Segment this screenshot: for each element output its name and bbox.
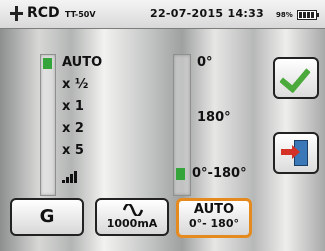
angle-selection-marker: [176, 168, 185, 180]
auto-angle-button[interactable]: AUTO 0°- 180°: [176, 198, 252, 238]
multiplier-selection-marker: [43, 58, 52, 69]
app-title: RCD: [27, 5, 60, 21]
confirm-button[interactable]: [273, 57, 319, 99]
status-bar: RCD TT-50V 22-07-2015 14:33 98%: [0, 0, 325, 29]
g-label: G: [39, 206, 55, 227]
multiplier-slider[interactable]: [40, 54, 56, 196]
battery-icon: [297, 10, 319, 20]
ramp-icon[interactable]: [62, 171, 78, 183]
angle-0-180[interactable]: 0°-180°: [192, 166, 247, 181]
battery-percent: 98%: [276, 11, 293, 19]
check-icon: [279, 60, 311, 94]
exit-button[interactable]: [273, 132, 319, 174]
cross-icon: [10, 6, 23, 21]
multiplier-x1[interactable]: x 1: [62, 99, 84, 114]
current-button[interactable]: 1000mA: [95, 198, 169, 236]
angle-0[interactable]: 0°: [197, 55, 213, 70]
multiplier-x5[interactable]: x 5: [62, 143, 84, 158]
auto-label: AUTO: [193, 202, 235, 217]
sine-wave-icon: [123, 204, 143, 216]
model-label: TT-50V: [65, 10, 96, 19]
multiplier-x2[interactable]: x 2: [62, 121, 84, 136]
auto-sub-label: 0°- 180°: [188, 217, 239, 230]
datetime: 22-07-2015 14:33: [150, 7, 265, 20]
angle-180[interactable]: 180°: [197, 110, 231, 125]
multiplier-auto[interactable]: AUTO: [62, 55, 102, 70]
multiplier-half[interactable]: x ½: [62, 77, 88, 92]
current-label: 1000mA: [106, 217, 158, 230]
g-button[interactable]: G: [10, 198, 84, 236]
